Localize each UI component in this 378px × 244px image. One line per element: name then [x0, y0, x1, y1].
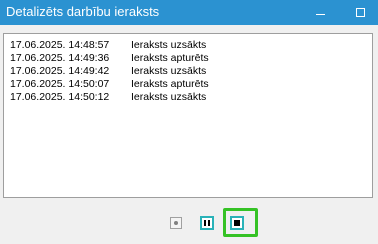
log-message: Ieraksts uzsākts — [131, 91, 207, 103]
log-timestamp: 17.06.2025. 14:50:07 — [10, 78, 110, 90]
log-message: Ieraksts apturēts — [131, 78, 209, 90]
minimize-button[interactable] — [312, 0, 330, 25]
title-bar[interactable]: Detalizēts darbību ieraksts — [0, 0, 378, 25]
pause-button[interactable] — [200, 216, 214, 230]
window-title: Detalizēts darbību ieraksts — [6, 4, 160, 19]
stop-button[interactable] — [230, 216, 244, 230]
pause-icon — [204, 220, 210, 226]
log-message: Ieraksts uzsākts — [131, 39, 207, 51]
log-timestamp: 17.06.2025. 14:49:42 — [10, 65, 110, 77]
log-message: Ieraksts apturēts — [131, 52, 209, 64]
record-icon — [174, 221, 178, 225]
activity-log[interactable]: 17.06.2025. 14:48:57 Ieraksts uzsākts 17… — [3, 33, 373, 198]
log-message: Ieraksts uzsākts — [131, 65, 207, 77]
log-timestamp: 17.06.2025. 14:48:57 — [10, 39, 110, 51]
log-timestamp: 17.06.2025. 14:49:36 — [10, 52, 110, 64]
maximize-button[interactable] — [351, 0, 369, 25]
stop-icon — [234, 220, 240, 226]
log-timestamp: 17.06.2025. 14:50:12 — [10, 91, 110, 103]
record-button[interactable] — [170, 217, 182, 229]
